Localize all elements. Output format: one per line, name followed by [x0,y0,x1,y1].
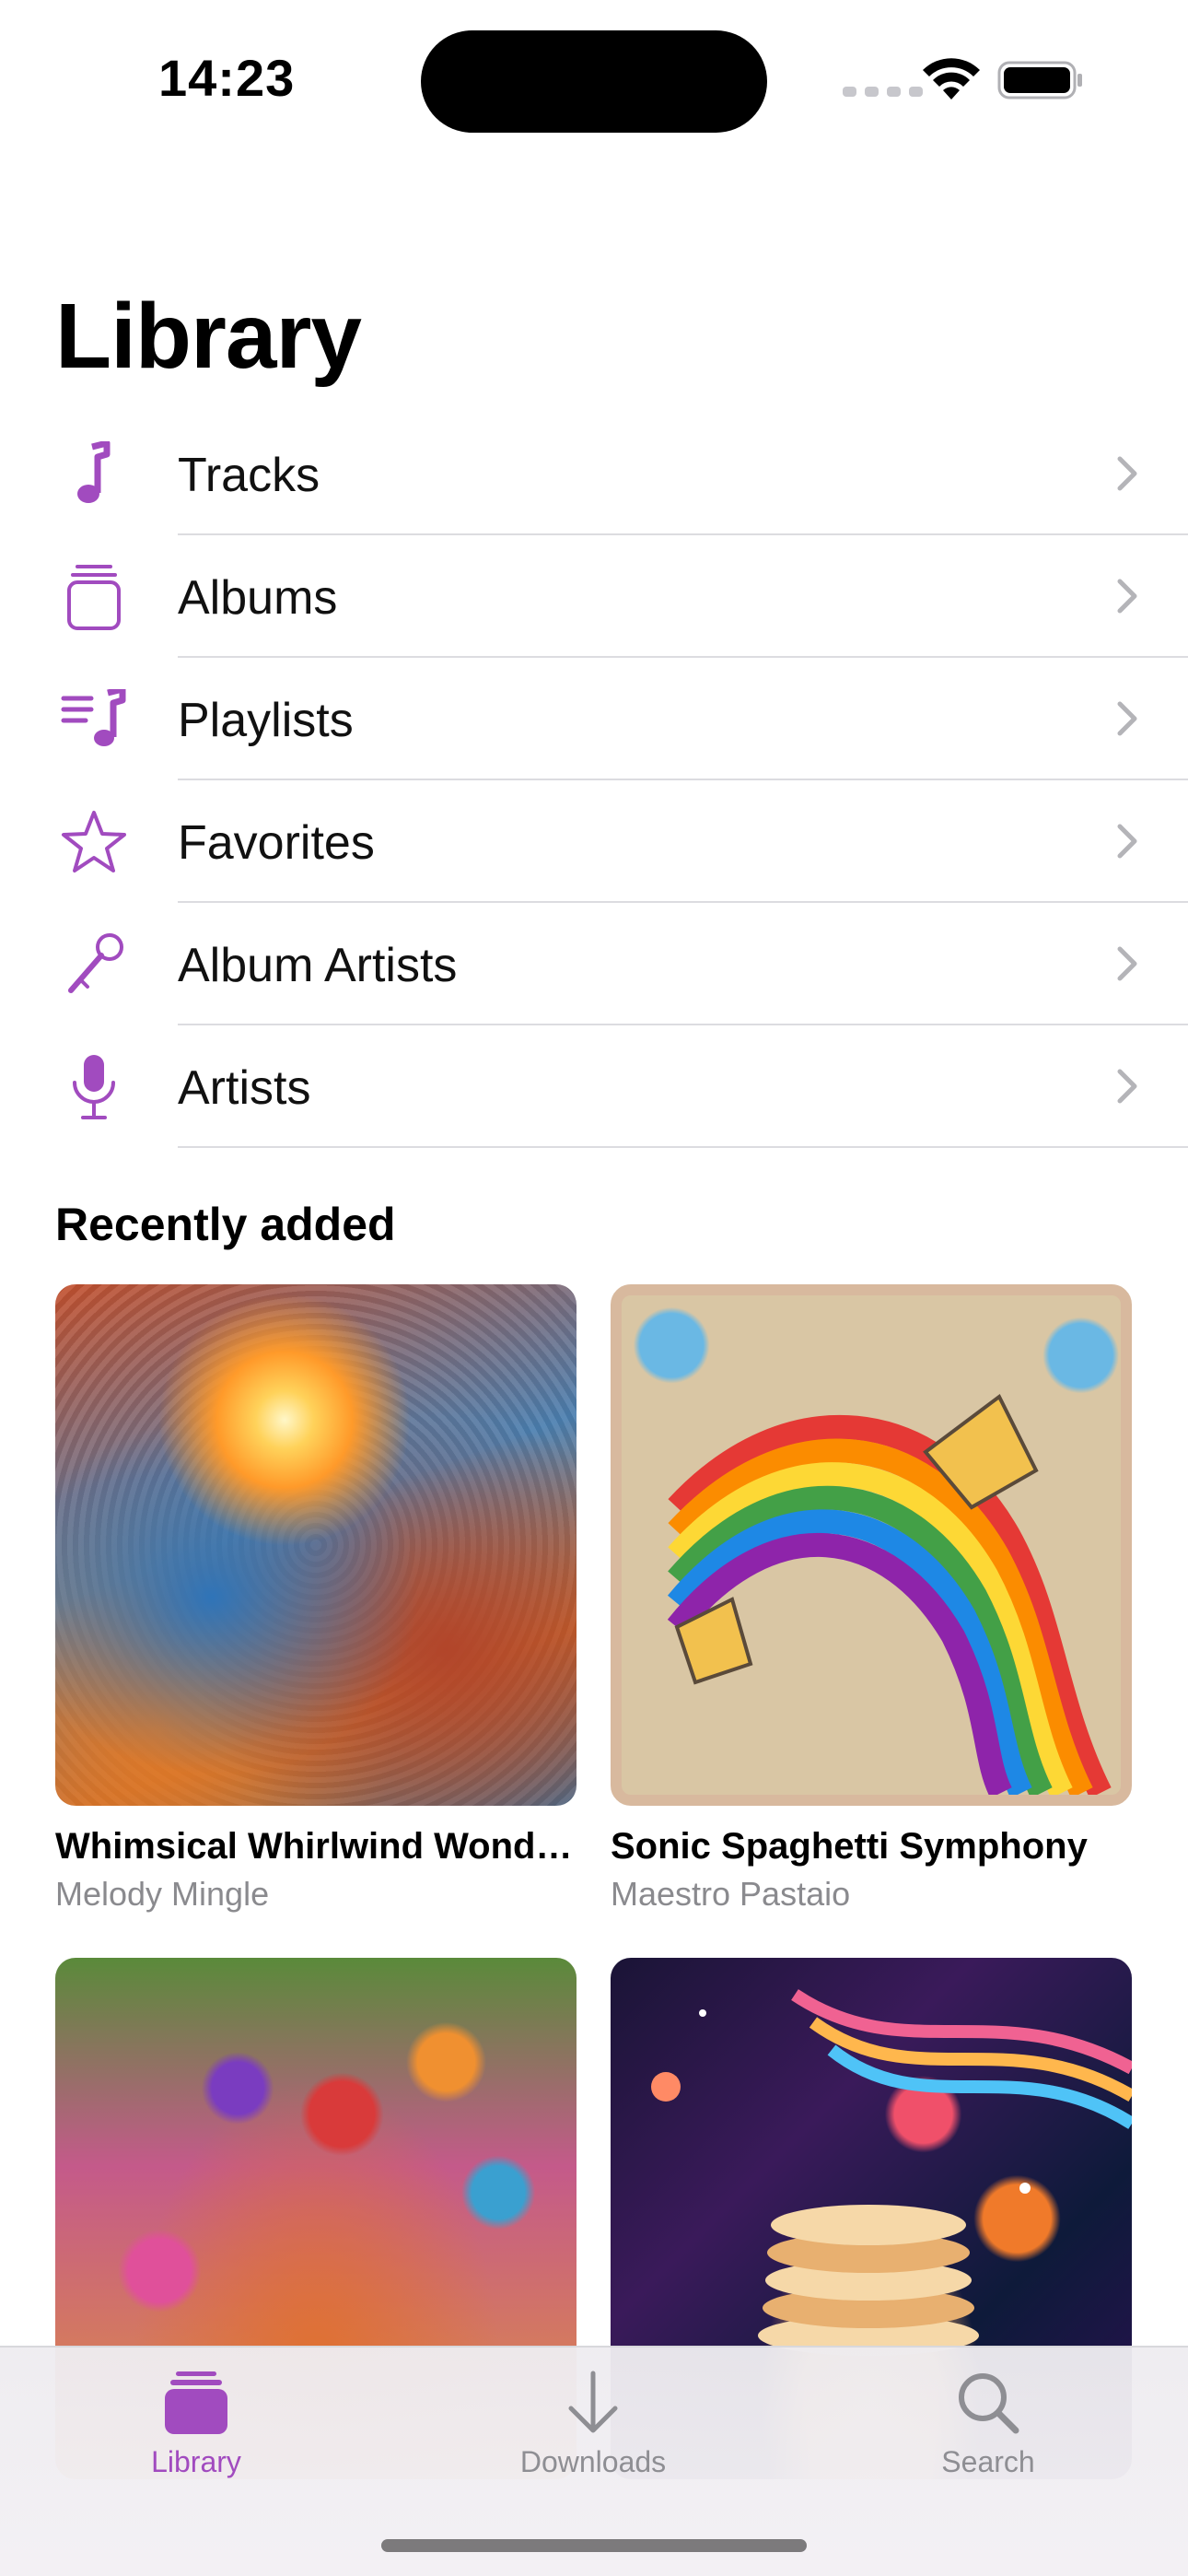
battery-icon [997,61,1082,100]
recently-added-title: Recently added [55,1199,396,1250]
search-icon [959,2373,1019,2434]
menu-label-album-artists: Album Artists [178,939,458,992]
menu-label-tracks: Tracks [178,449,320,502]
album-artist: Maestro Pastaio [611,1875,851,1913]
music-note-icon [55,441,133,508]
album-artist: Melody Mingle [55,1875,270,1913]
chevron-right-icon [1117,824,1137,859]
menu-label-playlists: Playlists [178,694,354,747]
home-indicator[interactable] [381,2539,807,2552]
playlist-icon [55,686,133,753]
library-icon [165,2371,227,2434]
menu-item-tracks[interactable]: Tracks [0,413,1188,535]
status-time: 14:23 [158,49,296,107]
menu-label-artists: Artists [178,1061,311,1115]
chevron-right-icon [1117,456,1137,491]
page-title: Library [55,285,362,388]
download-icon [568,2371,618,2433]
status-bar: 14:23 [0,0,1188,157]
album-card[interactable]: Sonic Spaghetti Symphony Maestro Pastaio [611,1284,1132,1914]
tab-label-downloads: Downloads [519,2445,667,2478]
divider [178,1146,1188,1148]
tab-label-library: Library [151,2445,241,2478]
microphone-icon [55,1054,133,1120]
library-screen: 14:23 Library Tracks Albums Playlists Fa… [0,0,1188,2576]
album-artwork [611,1284,1132,1806]
tab-downloads[interactable]: Downloads [473,2348,713,2504]
chevron-right-icon [1117,701,1137,736]
album-card[interactable]: Whimsical Whirlwind Wonders Melody Mingl… [55,1284,577,1914]
album-artwork [55,1284,577,1806]
tab-label-search: Search [941,2445,1035,2478]
album-stack-icon [55,564,133,630]
tab-search[interactable]: Search [868,2348,1108,2504]
chevron-right-icon [1117,579,1137,614]
tab-library[interactable]: Library [76,2348,316,2504]
star-icon [55,809,133,875]
menu-item-playlists[interactable]: Playlists [0,658,1188,780]
menu-item-album-artists[interactable]: Album Artists [0,903,1188,1025]
library-menu: Tracks Albums Playlists Favorites Album … [0,413,1188,1148]
menu-item-favorites[interactable]: Favorites [0,780,1188,903]
cellular-signal-icon [843,87,923,97]
menu-item-albums[interactable]: Albums [0,535,1188,658]
album-title: Whimsical Whirlwind Wonders [55,1826,577,1867]
chevron-right-icon [1117,1069,1137,1104]
microphone-stand-icon [55,931,133,998]
dynamic-island [421,30,767,133]
menu-item-artists[interactable]: Artists [0,1025,1188,1148]
menu-label-favorites: Favorites [178,816,375,870]
chevron-right-icon [1117,946,1137,981]
album-title: Sonic Spaghetti Symphony [611,1826,1088,1867]
menu-label-albums: Albums [178,571,338,625]
wifi-icon [923,58,980,100]
